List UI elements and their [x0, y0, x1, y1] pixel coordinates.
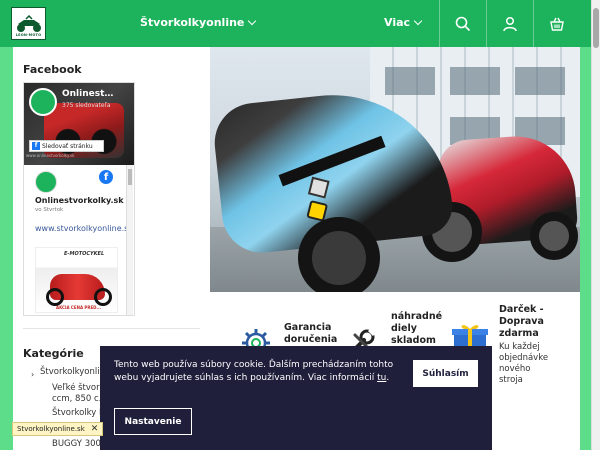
nav-stvorkolkyonline[interactable]: Štvorkolkyonline	[140, 16, 257, 29]
fb-cover-url: www.onlinestvorkolky.sk	[26, 153, 75, 158]
left-green-border	[0, 47, 13, 450]
page-scrollbar[interactable]	[591, 0, 600, 450]
wheel-shape	[46, 288, 64, 306]
hero-banner[interactable]	[210, 47, 580, 292]
cookie-accept-button[interactable]: Súhlasím	[413, 360, 478, 387]
sidebar-divider	[23, 328, 200, 329]
fb-post-image[interactable]: E-MOTOCYKEL AKCIA CENA PRED...	[35, 247, 118, 313]
feature-sub-line: stroja	[499, 375, 523, 385]
chevron-down-icon	[248, 16, 257, 26]
cookie-banner: Tento web používa súbory cookie. Ďalším …	[100, 346, 492, 450]
basket-icon	[550, 17, 564, 31]
fb-page-name[interactable]: Onlinest…	[62, 89, 113, 99]
window-shape	[385, 67, 435, 95]
wheel-shape	[530, 212, 578, 260]
feature-sub-line: Ku každej	[499, 342, 540, 352]
cookie-more-info-link[interactable]: tu	[377, 373, 386, 383]
feature-sub-line: nového	[499, 364, 531, 374]
wheel-shape	[298, 217, 380, 292]
feature-title-line: náhradné	[391, 311, 443, 322]
feature-sub-line: objednávke	[499, 353, 549, 363]
fb-scrollbar-thumb[interactable]	[128, 169, 132, 185]
nav-viac[interactable]: Viac	[384, 16, 423, 29]
logo-text: LEON-MOTO	[15, 33, 42, 37]
close-icon[interactable]: ✕	[91, 424, 99, 434]
feature-title-line: Doprava	[499, 316, 544, 327]
facebook-logo-icon[interactable]: f	[99, 170, 113, 184]
top-navbar: LEON-MOTO Štvorkolkyonline Viac	[0, 0, 600, 47]
user-icon	[503, 16, 517, 31]
cart-button[interactable]	[533, 0, 580, 47]
fb-post-link[interactable]: www.stvorkolkyonline.sk	[35, 223, 133, 235]
feature-title-line: Garancia	[284, 322, 332, 333]
cookie-message-end: .	[386, 373, 390, 383]
facebook-heading: Facebook	[23, 63, 82, 76]
feature-title-line: doručenia	[284, 334, 338, 345]
sticker-shape	[307, 176, 330, 199]
right-green-border	[580, 47, 591, 450]
feature-title-line: Darček -	[499, 304, 544, 315]
fb-post-author[interactable]: Onlinestvorkolky.sk	[35, 196, 124, 205]
fb-post-avatar[interactable]	[35, 171, 57, 193]
categories-heading: Kategórie	[23, 347, 84, 360]
fb-post-image-price: AKCIA CENA PRED...	[56, 305, 102, 310]
feature-title-line: zdarma	[499, 328, 539, 339]
window-shape	[450, 67, 500, 95]
nav-label: Štvorkolkyonline	[140, 16, 245, 29]
cookie-settings-button[interactable]: Nastavenie	[114, 408, 192, 435]
quad-logo-icon	[16, 14, 41, 32]
category-subitem[interactable]: ccm, 850 c…	[52, 394, 107, 405]
wheel-shape	[94, 288, 112, 306]
fb-page-avatar[interactable]	[29, 88, 57, 116]
account-button[interactable]	[486, 0, 533, 47]
scrollbar-thumb[interactable]	[593, 8, 599, 48]
tooltip-text: Stvorkolkyonline.sk	[17, 425, 85, 433]
facebook-icon: f	[32, 142, 40, 150]
site-tooltip: Stvorkolkyonline.sk ✕	[12, 422, 104, 436]
stripe-shape	[278, 135, 386, 187]
cookie-text: Tento web používa súbory cookie. Ďalším …	[114, 359, 394, 385]
feature-title-line: diely	[391, 323, 417, 334]
fb-post-date: vo Stvrtok	[35, 207, 64, 213]
nav-label: Viac	[384, 16, 411, 29]
search-button[interactable]	[439, 0, 486, 47]
bullet-icon: ›	[31, 370, 35, 379]
chevron-down-icon	[413, 16, 423, 26]
fb-post-image-title: E-MOTOCYKEL	[64, 251, 105, 257]
window-shape	[515, 67, 565, 95]
cookie-message: Tento web používa súbory cookie. Ďalším …	[114, 360, 394, 383]
fb-widget-scrollbar[interactable]	[126, 165, 133, 315]
search-icon	[455, 16, 471, 31]
fb-followers: 375 sledovateľa	[62, 102, 111, 109]
site-logo[interactable]: LEON-MOTO	[11, 7, 46, 40]
fb-follow-label: Sledovať stránku	[42, 142, 93, 150]
fb-follow-button[interactable]: f Sledovať stránku	[29, 140, 104, 152]
